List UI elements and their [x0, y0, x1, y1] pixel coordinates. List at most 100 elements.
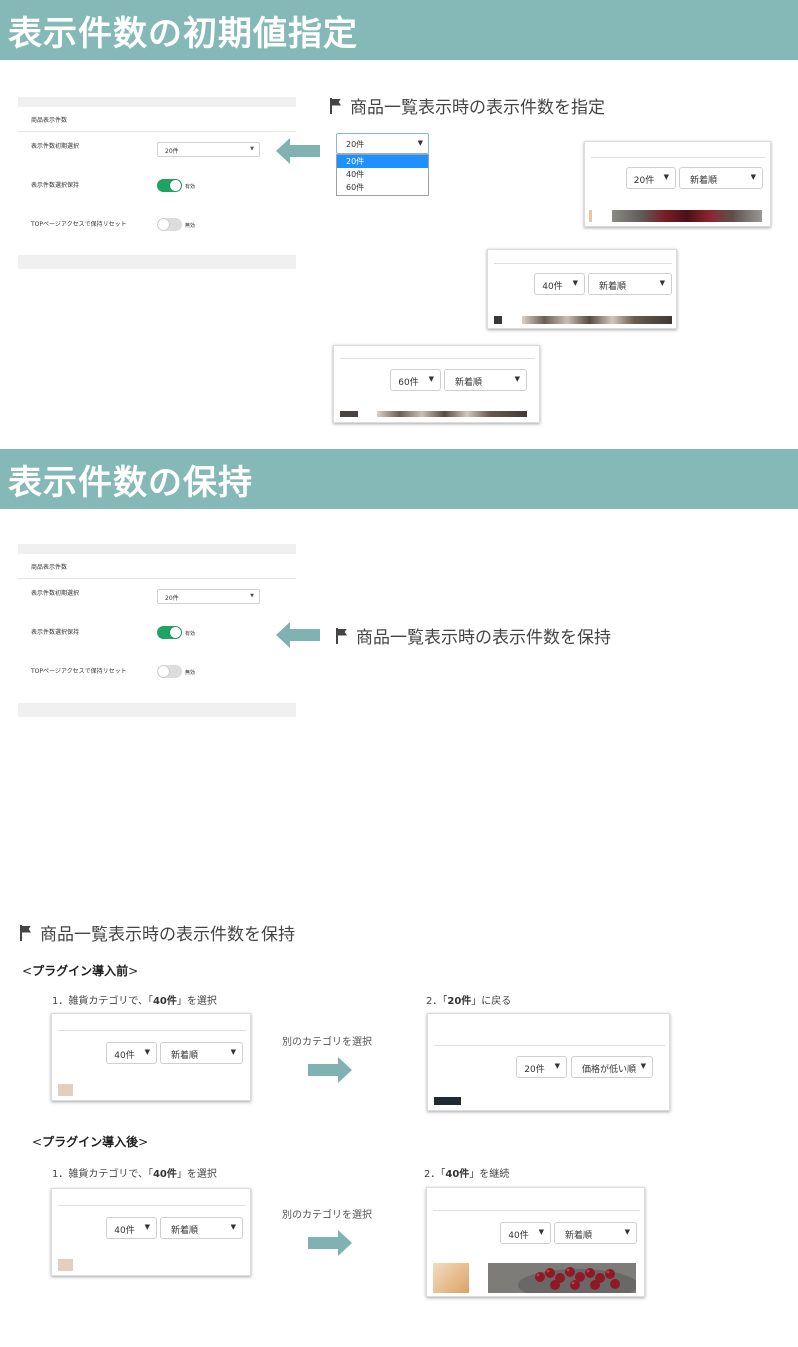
count-select[interactable]: 40件 ▼	[534, 273, 585, 295]
initial-count-label: 表示件数初期選択	[31, 590, 80, 597]
admin-settings-panel: 商品表示件数 表示件数初期選択 20件 ▼ 表示件数選択保持 有効 TOPページ…	[18, 544, 296, 717]
keep-selection-state: 有効	[185, 184, 196, 190]
toggle-knob	[158, 219, 169, 230]
count-select[interactable]: 20件 ▼	[516, 1056, 567, 1078]
chevron-down-icon: ▼	[144, 1048, 150, 1056]
shop-card-20: 20件 ▼ 新着順 ▼	[584, 141, 771, 227]
section-title: 表示件数の保持	[8, 463, 253, 503]
product-image	[58, 1084, 73, 1096]
count-select[interactable]: 60件 ▼	[390, 369, 441, 391]
divider	[58, 1205, 246, 1206]
after-card-2: 40件 ▼ 新着順 ▼	[426, 1187, 645, 1297]
heading-keep: 商品一覧表示時の表示件数を保持	[336, 623, 611, 648]
top-reset-state: 無効	[185, 670, 196, 676]
sort-select[interactable]: 新着順 ▼	[160, 1217, 243, 1239]
sort-value: 価格が低い順	[582, 1065, 637, 1075]
sort-select[interactable]: 新着順 ▼	[588, 273, 672, 295]
chevron-down-icon: ▼	[554, 1062, 560, 1070]
dropdown-value: 20件	[346, 140, 365, 149]
sort-select[interactable]: 新着順 ▼	[444, 369, 527, 391]
chevron-down-icon: ▼	[428, 375, 434, 383]
select-value: 20件	[165, 148, 179, 155]
chevron-down-icon: ▼	[750, 173, 756, 181]
count-select[interactable]: 40件 ▼	[106, 1217, 157, 1239]
chevron-down-icon: ▼	[659, 279, 665, 287]
heading-text: 商品一覧表示時の表示件数を保持	[40, 925, 295, 945]
section-banner-initial: 表示件数の初期値指定	[0, 0, 798, 60]
top-reset-state: 無効	[185, 223, 196, 229]
transition-caption: 別のカテゴリを選択	[282, 1037, 372, 1048]
chevron-down-icon: ▼	[230, 1223, 236, 1231]
arrow-left-icon	[276, 622, 320, 648]
chevron-down-icon: ▼	[417, 139, 423, 147]
chevron-down-icon: ▼	[572, 279, 578, 287]
sort-select[interactable]: 新着順 ▼	[160, 1042, 243, 1064]
product-image	[434, 1097, 461, 1105]
heading-specify: 商品一覧表示時の表示件数を指定	[330, 93, 605, 118]
top-reset-label: TOPページアクセスで保持リセット	[31, 221, 127, 228]
initial-count-select[interactable]: 20件 ▼	[157, 142, 260, 157]
settings-title: 商品表示件数	[31, 117, 68, 124]
top-reset-toggle[interactable]	[157, 665, 182, 678]
keep-selection-toggle[interactable]	[157, 626, 182, 639]
admin-settings-card: 商品表示件数 表示件数初期選択 20件 ▼ 表示件数選択保持 有効 TOPページ…	[18, 107, 296, 255]
arrow-right-icon	[308, 1057, 352, 1083]
dropdown-option[interactable]: 60件	[337, 181, 428, 194]
product-image	[612, 210, 762, 222]
chevron-down-icon: ▼	[640, 1062, 646, 1070]
heading-keep-comparison: 商品一覧表示時の表示件数を保持	[20, 920, 295, 945]
count-value: 40件	[542, 282, 563, 292]
divider	[434, 1045, 665, 1046]
product-image	[58, 1259, 73, 1271]
before-step-1: 1．雑貨カテゴリで、「40件」を選択	[52, 996, 217, 1007]
sort-value: 新着順	[171, 1051, 199, 1061]
dropdown-option[interactable]: 20件	[337, 155, 428, 168]
product-image	[589, 210, 592, 222]
count-value: 60件	[398, 378, 419, 388]
product-image	[522, 316, 672, 324]
divider	[58, 1030, 246, 1031]
count-select[interactable]: 40件 ▼	[106, 1042, 157, 1064]
sort-select[interactable]: 価格が低い順 ▼	[571, 1056, 653, 1078]
top-reset-label: TOPページアクセスで保持リセット	[31, 668, 127, 675]
arrow-left-icon	[276, 138, 320, 164]
transition-caption: 別のカテゴリを選択	[282, 1210, 372, 1221]
initial-count-select[interactable]: 20件 ▼	[157, 589, 260, 604]
chevron-down-icon: ▼	[144, 1223, 150, 1231]
count-value: 40件	[114, 1226, 135, 1236]
divider	[18, 131, 296, 132]
keep-selection-toggle[interactable]	[157, 179, 182, 192]
count-select[interactable]: 20件 ▼	[626, 167, 676, 189]
sort-value: 新着順	[455, 378, 483, 388]
flag-icon	[330, 97, 342, 114]
heading-text: 商品一覧表示時の表示件数を保持	[356, 628, 611, 648]
sort-select[interactable]: 新着順 ▼	[554, 1222, 637, 1244]
chevron-down-icon: ▼	[250, 593, 254, 599]
divider	[340, 358, 535, 359]
sort-value: 新着順	[690, 176, 718, 186]
flag-icon	[20, 924, 32, 941]
count-value: 20件	[524, 1065, 545, 1075]
shop-card-60: 60件 ▼ 新着順 ▼	[333, 345, 540, 423]
chevron-down-icon: ▼	[663, 173, 669, 181]
dropdown-list: 20件 40件 60件	[336, 154, 429, 196]
product-image	[488, 1263, 636, 1293]
select-value: 20件	[165, 595, 179, 602]
settings-title: 商品表示件数	[31, 564, 68, 571]
product-image	[377, 411, 527, 417]
after-step-2: 2．「40件」を継続	[424, 1169, 510, 1180]
dropdown-option[interactable]: 40件	[337, 168, 428, 181]
count-select[interactable]: 40件 ▼	[500, 1222, 551, 1244]
top-reset-toggle[interactable]	[157, 218, 182, 231]
before-plugin-label: <プラグイン導入前>	[22, 964, 139, 978]
sort-value: 新着順	[171, 1226, 199, 1236]
after-card-1: 40件 ▼ 新着順 ▼	[51, 1188, 251, 1276]
dropdown-box[interactable]: 20件 ▼	[336, 133, 429, 154]
divider	[433, 1210, 640, 1211]
divider	[591, 157, 766, 158]
chevron-down-icon: ▼	[514, 375, 520, 383]
sort-select[interactable]: 新着順 ▼	[679, 167, 763, 189]
shop-card-40: 40件 ▼ 新着順 ▼	[487, 249, 677, 329]
after-plugin-label: <プラグイン導入後>	[32, 1135, 149, 1149]
before-card-2: 20件 ▼ 価格が低い順 ▼	[427, 1013, 670, 1111]
